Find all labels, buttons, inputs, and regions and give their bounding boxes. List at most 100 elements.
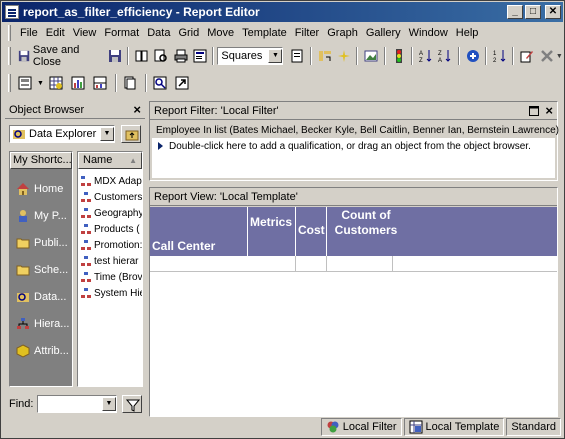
- svg-text:Z: Z: [419, 58, 423, 63]
- grid-header-metrics[interactable]: Metrics: [248, 207, 296, 256]
- edit-button[interactable]: [517, 47, 534, 65]
- design-view-button[interactable]: [15, 74, 35, 92]
- shortcut-home[interactable]: Home: [10, 175, 72, 202]
- chevron-down-icon: ▼: [102, 397, 116, 411]
- dock-icon[interactable]: [529, 105, 540, 116]
- object-browser-toggle-button[interactable]: [150, 74, 170, 92]
- graph-view-button[interactable]: [68, 74, 88, 92]
- menu-window[interactable]: Window: [405, 27, 452, 39]
- up-folder-button[interactable]: [121, 125, 141, 143]
- preview-button[interactable]: [151, 47, 168, 65]
- grid-header-cost[interactable]: Cost: [296, 207, 327, 256]
- report-filter-close-icon[interactable]: ×: [545, 103, 553, 118]
- funnel-icon: [126, 399, 140, 412]
- svg-text:2: 2: [493, 58, 497, 63]
- grid-cell[interactable]: [296, 256, 327, 272]
- tree-item[interactable]: Promotion:: [78, 237, 142, 253]
- shortcuts-header[interactable]: My Shortc...: [10, 152, 72, 169]
- grid-cell[interactable]: [327, 256, 393, 272]
- maximize-button[interactable]: □: [525, 5, 541, 19]
- tree-item-label: test hierar: [94, 255, 139, 267]
- report-editor-window: report_as_filter_efficiency - Report Edi…: [0, 0, 565, 439]
- report-view-header: Report View: 'Local Template': [150, 188, 557, 206]
- shortcut-public-objects[interactable]: Publi...: [10, 229, 72, 256]
- toolbar-separator: [127, 47, 130, 65]
- shortcut-label: Publi...: [34, 236, 68, 249]
- tree-column-header[interactable]: Name ▲: [78, 152, 142, 169]
- menu-filter[interactable]: Filter: [291, 27, 323, 39]
- menu-edit[interactable]: Edit: [42, 27, 69, 39]
- save-button[interactable]: [105, 47, 122, 65]
- menu-format[interactable]: Format: [100, 27, 143, 39]
- find-button[interactable]: [132, 47, 149, 65]
- menu-move[interactable]: Move: [203, 27, 238, 39]
- filter-add-hint[interactable]: Double-click here to add a qualification…: [152, 138, 555, 154]
- tree-item[interactable]: Customers: [78, 189, 142, 205]
- menu-help[interactable]: Help: [452, 27, 483, 39]
- grid-graph-view-button[interactable]: [90, 74, 110, 92]
- image-button[interactable]: [361, 47, 378, 65]
- play-arrow-icon: [158, 142, 163, 150]
- pivot-button[interactable]: [315, 47, 332, 65]
- menu-template[interactable]: Template: [238, 27, 291, 39]
- menu-graph[interactable]: Graph: [323, 27, 362, 39]
- menu-file[interactable]: File: [16, 27, 42, 39]
- add-subtotal-button[interactable]: [463, 47, 480, 65]
- shortcut-my-personal-objects[interactable]: My P...: [10, 202, 72, 229]
- shortcut-attributes[interactable]: Attrib...: [10, 337, 72, 364]
- menu-data[interactable]: Data: [143, 27, 174, 39]
- hierarchy-icon: [81, 240, 91, 250]
- shortcut-data-explorer[interactable]: Data...: [10, 283, 72, 310]
- filter-condition[interactable]: Employee In list (Bates Michael, Becker …: [152, 122, 559, 138]
- filter-button[interactable]: [122, 395, 142, 413]
- design-view-icon: [18, 76, 32, 90]
- menu-grip: [8, 25, 11, 41]
- status-local-template[interactable]: Local Template: [403, 418, 505, 436]
- graph-options-button[interactable]: [287, 47, 304, 65]
- minimize-button[interactable]: _: [507, 5, 523, 19]
- graph-style-select[interactable]: Squares ▼: [217, 47, 284, 65]
- find-bar: Find: ▼: [9, 393, 145, 415]
- grid-cell[interactable]: [150, 256, 296, 272]
- format-button[interactable]: [334, 47, 351, 65]
- menu-gallery[interactable]: Gallery: [362, 27, 405, 39]
- close-button[interactable]: ✕: [545, 5, 561, 19]
- menu-grid[interactable]: Grid: [174, 27, 203, 39]
- status-local-filter[interactable]: Local Filter: [320, 418, 402, 436]
- tree-item[interactable]: test hierar: [78, 253, 142, 269]
- sort-ascending-button[interactable]: AZ: [416, 47, 433, 65]
- chevron-down-icon[interactable]: ▼: [37, 80, 44, 87]
- save-and-close-label: Save and Close: [32, 44, 80, 68]
- object-browser-source-select[interactable]: Data Explorer ▼: [9, 125, 115, 143]
- my-personal-objects-icon: [19, 209, 27, 222]
- save-and-close-button[interactable]: Save and Close: [15, 44, 103, 68]
- find-input[interactable]: ▼: [37, 395, 117, 413]
- chevron-down-icon[interactable]: ▼: [556, 53, 563, 60]
- grid-view-button[interactable]: [46, 74, 66, 92]
- tree-item[interactable]: Geography: [78, 205, 142, 221]
- report-filter-controls: ×: [529, 103, 553, 118]
- sparkle-icon: [338, 50, 351, 62]
- menu-view[interactable]: View: [69, 27, 101, 39]
- grid-header-count-of-customers[interactable]: Count of Customers: [327, 207, 557, 256]
- tree-item[interactable]: System Hie: [78, 285, 142, 301]
- shortcut-button[interactable]: [172, 74, 192, 92]
- sql-view-button[interactable]: [120, 74, 140, 92]
- hierarchy-icon: [81, 272, 91, 282]
- traffic-light-icon: [395, 49, 402, 63]
- tree-item[interactable]: Time (Brov: [78, 269, 142, 285]
- traffic-light-button[interactable]: [389, 47, 406, 65]
- sort-descending-button[interactable]: ZA: [435, 47, 452, 65]
- remove-button[interactable]: [537, 47, 554, 65]
- properties-button[interactable]: [190, 47, 207, 65]
- tree-item[interactable]: MDX Adap: [78, 173, 142, 189]
- shortcut-hierarchies[interactable]: Hiera...: [10, 310, 72, 337]
- sort-numeric-button[interactable]: 12: [490, 47, 507, 65]
- grid-header-call-center[interactable]: Call Center: [150, 207, 248, 256]
- tree-item[interactable]: Products (: [78, 221, 142, 237]
- template-icon: [409, 420, 423, 434]
- shortcut-schema-objects[interactable]: Sche...: [10, 256, 72, 283]
- print-button[interactable]: [171, 47, 188, 65]
- grid-cell[interactable]: [393, 256, 557, 272]
- object-browser-close-button[interactable]: ×: [133, 102, 141, 117]
